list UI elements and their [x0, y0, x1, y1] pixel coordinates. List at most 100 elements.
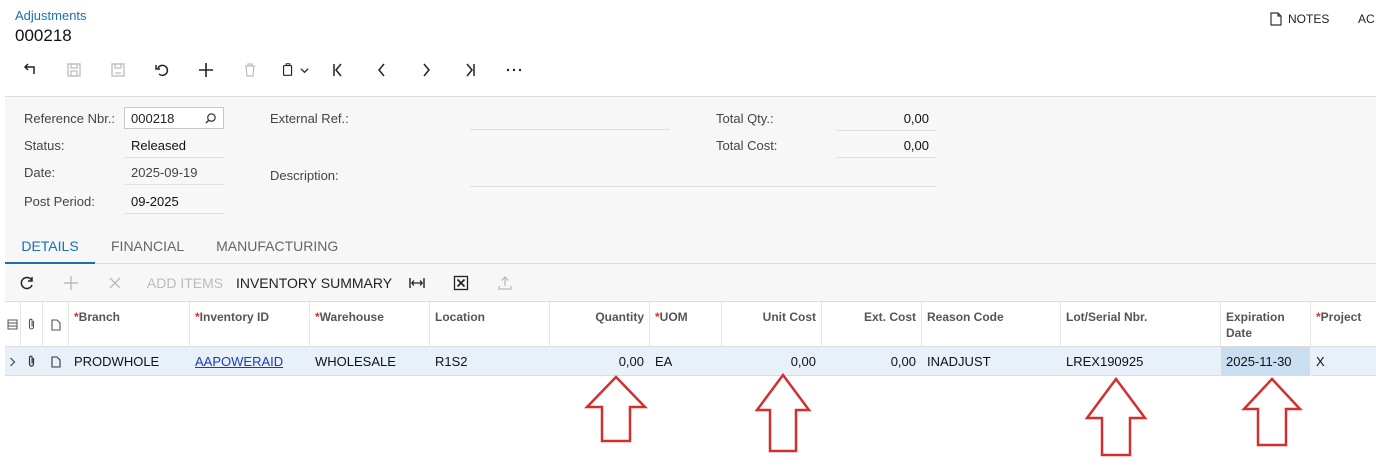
add-icon	[199, 63, 213, 77]
external-ref-field[interactable]	[470, 111, 670, 130]
cell-uom[interactable]: EA	[650, 347, 722, 376]
save-button[interactable]	[96, 56, 140, 84]
chevron-right-icon	[10, 357, 16, 366]
last-record-button[interactable]	[448, 56, 492, 84]
refresh-icon	[20, 276, 33, 289]
cell-warehouse[interactable]: WHOLESALE	[310, 347, 430, 376]
col-reason-code[interactable]: Reason Code	[922, 302, 1061, 347]
total-cost-label: Total Cost:	[716, 138, 778, 153]
col-inventory-id[interactable]: *Inventory ID	[190, 302, 310, 347]
col-ext-cost[interactable]: Ext. Cost	[822, 302, 922, 347]
previous-record-icon	[378, 63, 385, 77]
post-period-label: Post Period:	[24, 194, 95, 209]
activities-button[interactable]: AC	[1358, 12, 1375, 26]
grid-delete-row-button[interactable]	[93, 264, 137, 302]
copy-paste-icon	[282, 63, 292, 76]
col-expiration-date[interactable]: Expiration Date	[1221, 302, 1311, 347]
document-icon	[50, 318, 61, 331]
fit-columns-button[interactable]	[395, 264, 439, 302]
files-header	[21, 302, 43, 347]
cell-inventory-id[interactable]: AAPOWERAID	[190, 347, 310, 376]
tab-financial[interactable]: FINANCIAL	[95, 226, 200, 264]
breadcrumb[interactable]: Adjustments	[15, 8, 87, 23]
document-icon	[50, 355, 61, 368]
row-notes[interactable]	[43, 347, 69, 376]
refresh-button[interactable]	[5, 264, 49, 302]
undo-icon	[155, 64, 169, 77]
copy-paste-button[interactable]	[272, 56, 316, 84]
first-record-button[interactable]	[316, 56, 360, 84]
col-location[interactable]: Location	[430, 302, 550, 347]
description-field[interactable]	[470, 167, 936, 187]
reference-nbr-label: Reference Nbr.:	[24, 111, 116, 126]
col-unit-cost[interactable]: Unit Cost	[722, 302, 822, 347]
more-button[interactable]	[492, 56, 536, 84]
save-close-button[interactable]	[52, 56, 96, 84]
upload-icon	[498, 275, 512, 290]
tab-manufacturing[interactable]: MANUFACTURING	[200, 226, 354, 264]
total-cost-value: 0,00	[836, 138, 936, 158]
tab-details[interactable]: DETAILS	[5, 226, 95, 264]
cell-ext-cost[interactable]: 0,00	[822, 347, 922, 376]
delete-icon	[245, 63, 255, 77]
reference-nbr-value: 000218	[131, 110, 175, 126]
add-button[interactable]	[184, 56, 228, 84]
reference-nbr-input[interactable]: 000218	[124, 107, 224, 129]
next-record-icon	[423, 63, 430, 77]
next-record-button[interactable]	[404, 56, 448, 84]
notes-header	[43, 302, 69, 347]
grid-settings-icon	[7, 319, 18, 330]
grid-add-row-button[interactable]	[49, 264, 93, 302]
row-expand[interactable]	[5, 347, 21, 376]
add-icon	[64, 275, 78, 290]
cell-lot-serial[interactable]: LREX190925	[1061, 347, 1221, 376]
cell-expiration-date[interactable]: 2025-11-30	[1221, 347, 1311, 376]
last-record-icon	[466, 63, 475, 77]
row-files[interactable]	[21, 347, 43, 376]
tab-bar: DETAILS FINANCIAL MANUFACTURING	[5, 226, 1376, 264]
table-row[interactable]: PRODWHOLE AAPOWERAID WHOLESALE R1S2 0,00…	[5, 347, 1376, 376]
date-field[interactable]: 2025-09-19	[124, 165, 224, 185]
cell-reason-code[interactable]: INADJUST	[922, 347, 1061, 376]
col-project[interactable]: *Project	[1311, 302, 1376, 347]
fit-columns-icon	[409, 277, 425, 288]
grid-toolbar: ADD ITEMS INVENTORY SUMMARY	[5, 264, 1376, 302]
paperclip-icon	[28, 318, 35, 330]
export-excel-button[interactable]	[439, 264, 483, 302]
grid-header-row: *Branch *Inventory ID *Warehouse Locatio…	[5, 302, 1376, 347]
main-toolbar	[8, 56, 536, 84]
col-quantity[interactable]: Quantity	[550, 302, 650, 347]
post-period-field[interactable]: 09-2025	[124, 194, 224, 214]
cell-project[interactable]: X	[1311, 347, 1376, 376]
chevron-down-icon	[299, 67, 309, 73]
inventory-id-link[interactable]: AAPOWERAID	[195, 354, 283, 369]
first-record-icon	[333, 63, 342, 77]
inventory-summary-button[interactable]: INVENTORY SUMMARY	[233, 264, 395, 302]
previous-record-button[interactable]	[360, 56, 404, 84]
top-right-actions: NOTES AC	[1270, 12, 1375, 26]
delete-button[interactable]	[228, 56, 272, 84]
undo-button[interactable]	[140, 56, 184, 84]
annotation-arrow-quantity	[584, 375, 648, 443]
upload-button[interactable]	[483, 264, 527, 302]
status-label: Status:	[24, 138, 65, 153]
col-warehouse[interactable]: *Warehouse	[310, 302, 430, 347]
row-selector-header[interactable]	[5, 302, 21, 347]
cell-quantity[interactable]: 0,00	[550, 347, 650, 376]
page-title: 000218	[15, 26, 72, 45]
cell-branch[interactable]: PRODWHOLE	[69, 347, 190, 376]
notes-button[interactable]: NOTES	[1270, 12, 1329, 26]
col-branch[interactable]: *Branch	[69, 302, 190, 347]
cell-location[interactable]: R1S2	[430, 347, 550, 376]
back-button[interactable]	[8, 56, 52, 84]
total-qty-label: Total Qty.:	[716, 111, 774, 126]
col-lot-serial[interactable]: Lot/Serial Nbr.	[1061, 302, 1221, 347]
search-icon[interactable]	[204, 112, 217, 125]
more-icon	[506, 68, 522, 72]
add-items-button[interactable]: ADD ITEMS	[137, 264, 233, 302]
total-qty-value: 0,00	[836, 111, 936, 131]
col-uom[interactable]: *UOM	[650, 302, 722, 347]
paperclip-icon	[28, 355, 35, 367]
external-ref-label: External Ref.:	[270, 111, 349, 126]
date-label: Date:	[24, 165, 56, 180]
